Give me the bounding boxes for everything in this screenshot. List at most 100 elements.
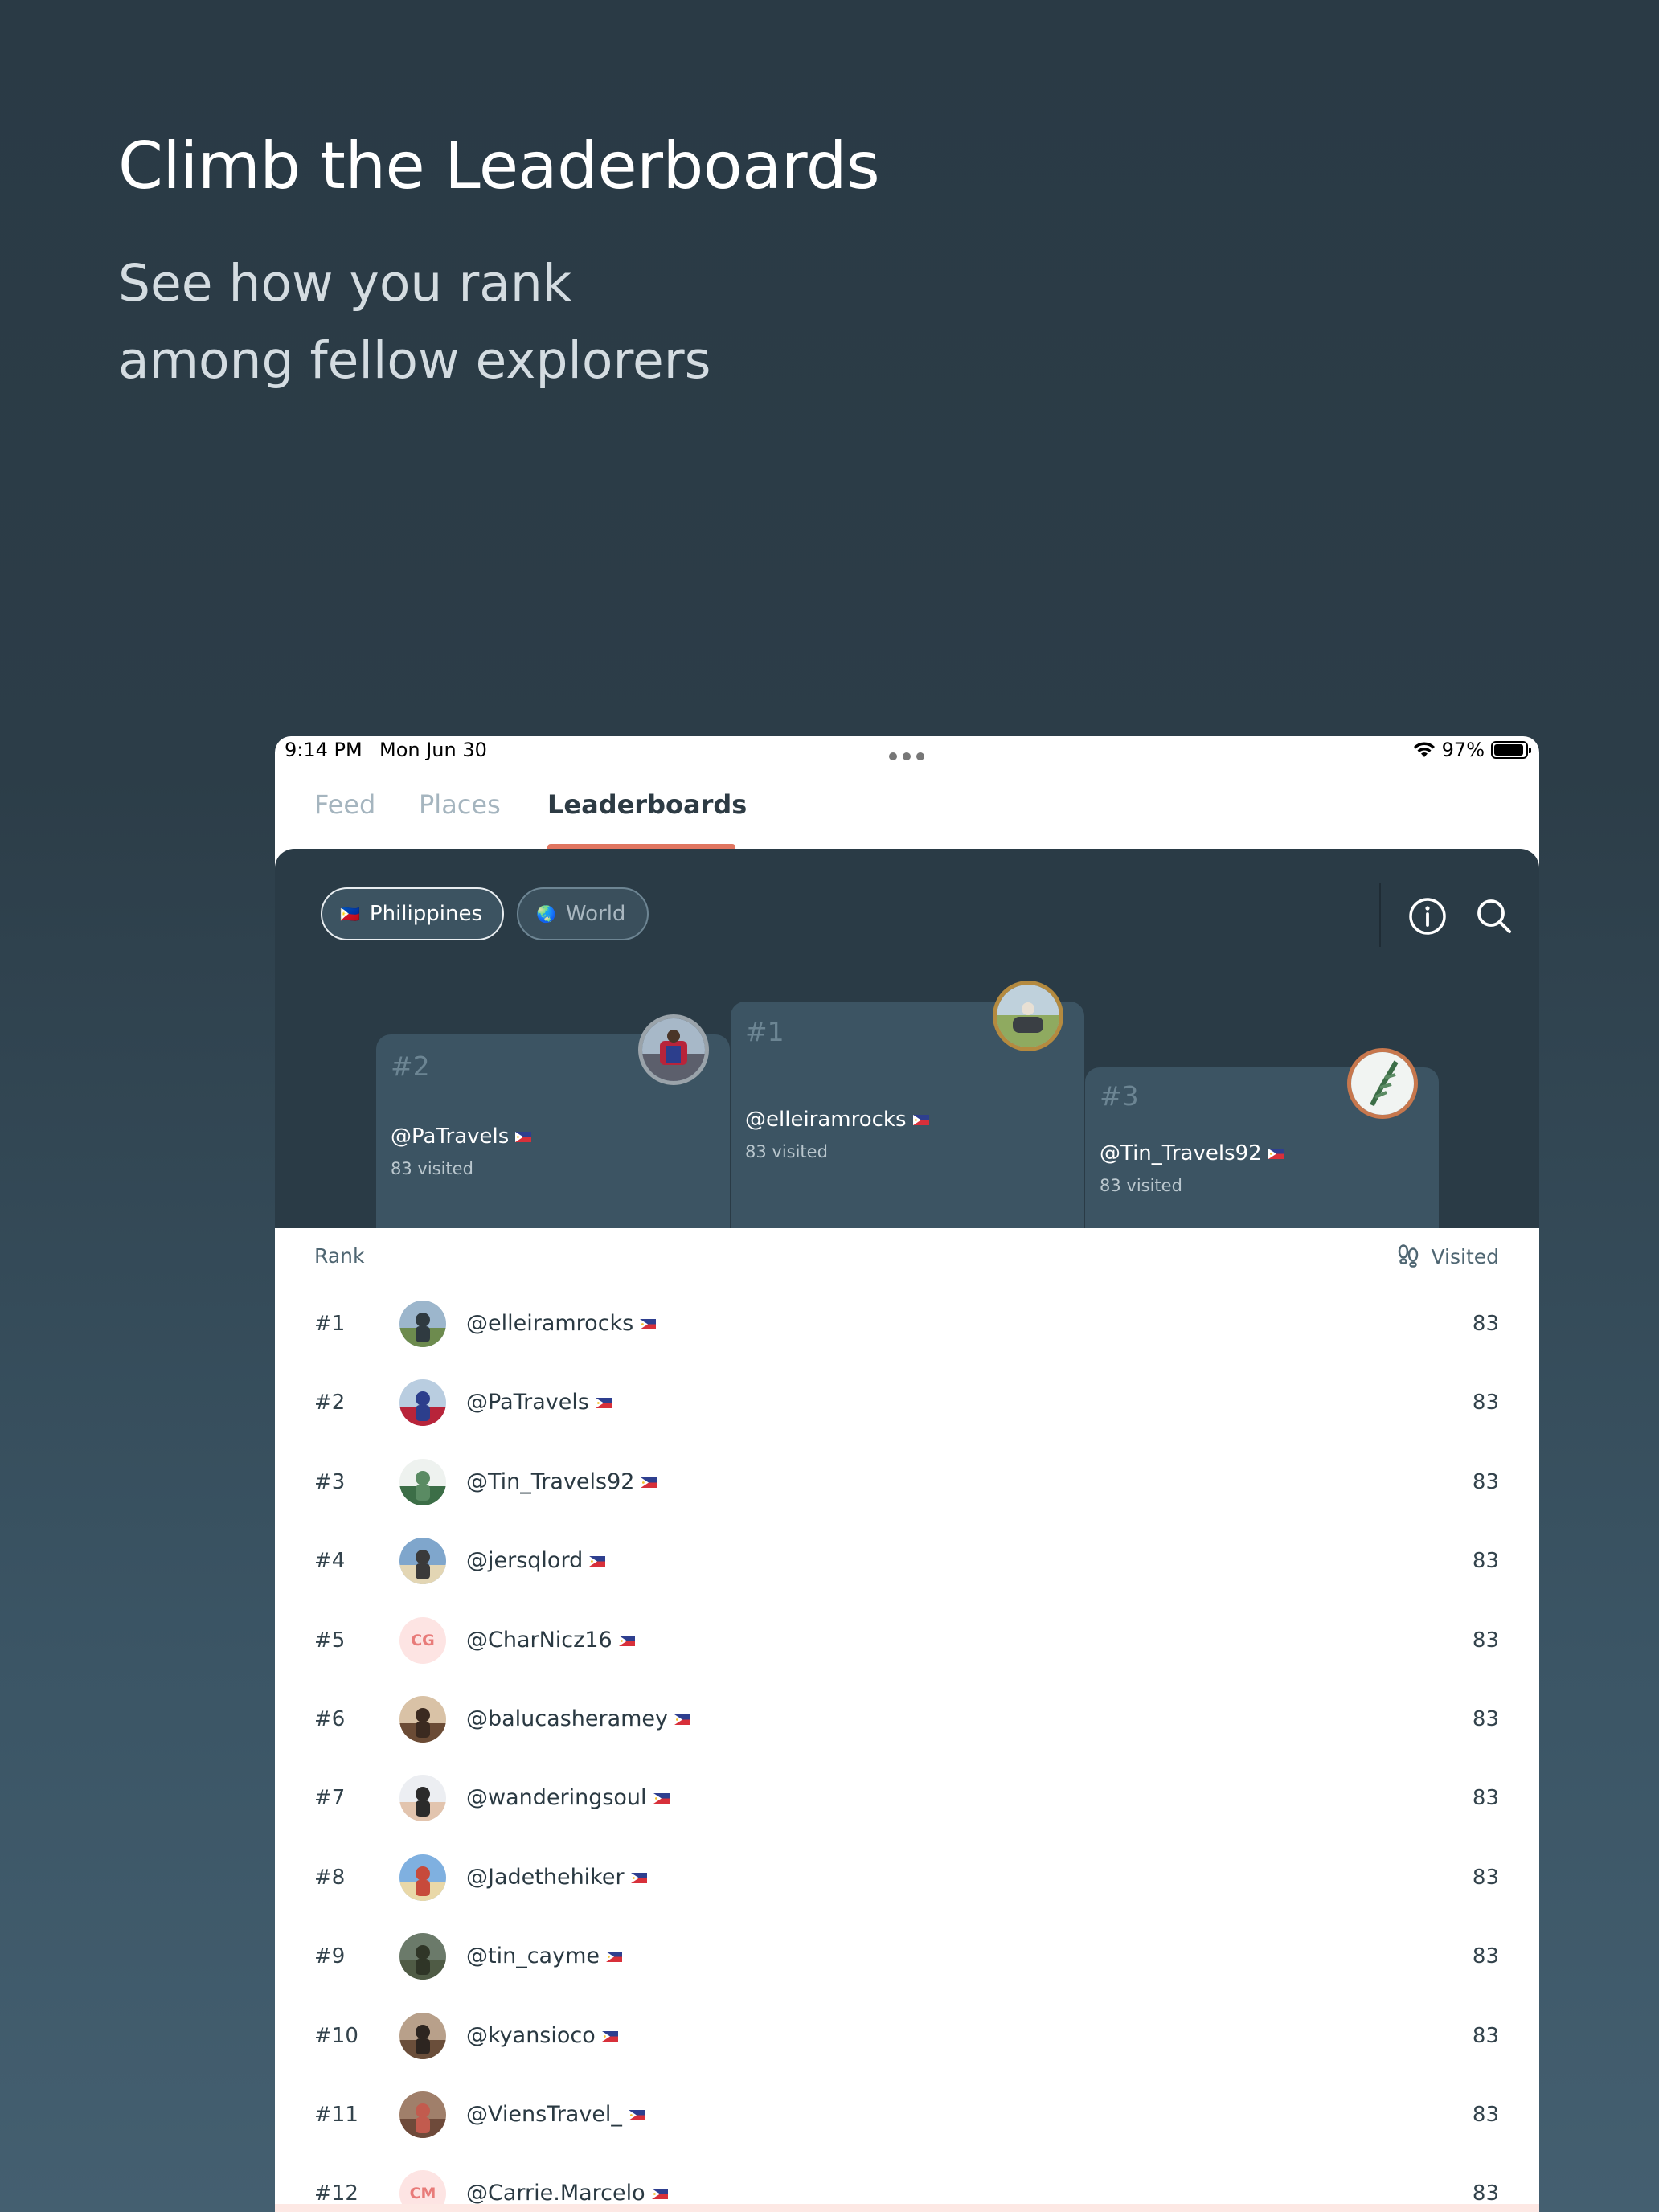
avatar[interactable] xyxy=(399,1538,446,1585)
globe-icon: 🌏 xyxy=(536,904,556,924)
row-username-text: @tin_cayme xyxy=(466,1944,600,1969)
podium-rank: #2 xyxy=(391,1051,430,1082)
row-visited-count: 83 xyxy=(1472,2103,1499,2127)
table-row[interactable]: #2 @PaTravels 83 xyxy=(275,1363,1539,1442)
philippines-flag-icon xyxy=(674,1714,691,1725)
row-visited-count: 83 xyxy=(1472,1786,1499,1811)
list-header: Rank Visited xyxy=(275,1228,1539,1284)
row-visited-count: 83 xyxy=(1472,1391,1499,1415)
avatar[interactable] xyxy=(399,1933,446,1981)
row-username: @kyansioco xyxy=(466,2023,618,2048)
philippines-flag-icon xyxy=(628,2110,645,2120)
table-row[interactable]: #7 @wanderingsoul 83 xyxy=(275,1759,1539,1837)
avatar-initials: CM xyxy=(409,2185,436,2203)
visited-header-label: Visited xyxy=(1431,1244,1499,1268)
row-username: @jersqlord xyxy=(466,1548,606,1573)
philippines-flag-icon xyxy=(641,1477,657,1488)
tab-feed[interactable]: Feed xyxy=(314,789,375,820)
row-username: @Jadethehiker xyxy=(466,1865,647,1890)
top-tabs: Feed Places Leaderboards xyxy=(275,778,1539,850)
row-username: @PaTravels xyxy=(466,1390,612,1415)
philippines-flag-icon xyxy=(912,1115,929,1125)
avatar-initials: CG xyxy=(411,1631,435,1649)
row-rank: #10 xyxy=(314,2023,358,2048)
row-rank: #7 xyxy=(314,1786,346,1811)
table-row[interactable]: #9 @tin_cayme 83 xyxy=(275,1917,1539,1996)
philippines-flag-icon xyxy=(651,2189,668,2200)
row-username: @balucasheramey xyxy=(466,1706,691,1731)
row-username-text: @Tin_Travels92 xyxy=(466,1469,635,1494)
row-username: @ViensTravel_ xyxy=(466,2102,645,2127)
avatar[interactable] xyxy=(399,1696,446,1743)
row-rank: #2 xyxy=(314,1391,346,1415)
table-row[interactable]: #4 @jersqlord 83 xyxy=(275,1522,1539,1600)
battery-icon xyxy=(1491,741,1531,759)
podium-username: @PaTravels xyxy=(391,1124,532,1149)
visited-column-header[interactable]: Visited xyxy=(1397,1244,1499,1268)
status-bar: 9:14 PM Mon Jun 30 97% xyxy=(275,736,1539,778)
table-row[interactable]: #1 @elleiramrocks 83 xyxy=(275,1284,1539,1363)
row-username-text: @ViensTravel_ xyxy=(466,2102,622,2127)
podium-rank: #3 xyxy=(1100,1080,1139,1112)
philippines-flag-icon xyxy=(589,1556,606,1567)
row-rank: #5 xyxy=(314,1628,346,1653)
rank-column-header: Rank xyxy=(314,1244,365,1268)
bottom-highlight-bar xyxy=(275,2204,1539,2212)
table-row[interactable]: #11 @ViensTravel_ 83 xyxy=(275,2075,1539,2154)
podium-username: @Tin_Travels92 xyxy=(1100,1141,1284,1165)
row-username: @Tin_Travels92 xyxy=(466,1469,657,1494)
avatar[interactable] xyxy=(399,1379,446,1427)
row-visited-count: 83 xyxy=(1472,1312,1499,1336)
info-icon[interactable] xyxy=(1407,895,1448,937)
podium-username-text: @Tin_Travels92 xyxy=(1100,1141,1262,1165)
avatar[interactable] xyxy=(1347,1048,1418,1119)
podium-username-text: @elleiramrocks xyxy=(745,1108,907,1132)
row-username: @Carrie.Marcelo xyxy=(466,2181,668,2206)
battery-percent: 97% xyxy=(1441,739,1485,761)
row-username: @wanderingsoul xyxy=(466,1785,670,1810)
row-visited-count: 83 xyxy=(1472,2023,1499,2048)
avatar[interactable] xyxy=(399,2012,446,2059)
avatar[interactable] xyxy=(399,1854,446,1901)
avatar[interactable] xyxy=(399,2091,446,2138)
row-username-text: @wanderingsoul xyxy=(466,1785,647,1811)
table-row[interactable]: #3 @Tin_Travels92 83 xyxy=(275,1443,1539,1522)
podium-visited: 83 visited xyxy=(391,1159,473,1178)
toolbar-divider xyxy=(1379,883,1381,947)
row-rank: #11 xyxy=(314,2103,358,2127)
filter-label: Philippines xyxy=(369,902,482,926)
row-visited-count: 83 xyxy=(1472,1628,1499,1653)
status-time: 9:14 PM xyxy=(285,739,363,761)
row-visited-count: 83 xyxy=(1472,1707,1499,1731)
tab-places[interactable]: Places xyxy=(419,789,501,820)
philippines-flag-icon xyxy=(515,1132,532,1142)
hero-subtitle-line-1: See how you rank xyxy=(118,254,572,313)
podium-visited: 83 visited xyxy=(745,1142,828,1161)
avatar[interactable]: CG xyxy=(399,1616,446,1664)
row-username-text: @PaTravels xyxy=(466,1390,589,1415)
avatar[interactable] xyxy=(399,1301,446,1347)
multitasking-dots-icon[interactable] xyxy=(889,752,924,760)
table-row[interactable]: #6 @balucasheramey 83 xyxy=(275,1680,1539,1759)
table-row[interactable]: #5 CG @CharNicz16 83 xyxy=(275,1601,1539,1680)
tab-leaderboards[interactable]: Leaderboards xyxy=(547,789,747,820)
filter-philippines[interactable]: 🇵🇭 Philippines xyxy=(321,887,504,940)
podium-username-text: @PaTravels xyxy=(391,1124,510,1149)
table-row[interactable]: #10 @kyansioco 83 xyxy=(275,1997,1539,2075)
philippines-flag-icon xyxy=(605,1952,622,1963)
avatar[interactable] xyxy=(638,1014,709,1085)
avatar[interactable] xyxy=(993,981,1063,1051)
hero-subtitle: See how you rank among fellow explorers xyxy=(118,245,1083,399)
row-visited-count: 83 xyxy=(1472,1549,1499,1574)
filter-world[interactable]: 🌏 World xyxy=(517,887,649,940)
row-rank: #9 xyxy=(314,1944,346,1969)
row-rank: #3 xyxy=(314,1469,346,1494)
avatar[interactable] xyxy=(399,1458,446,1505)
row-rank: #8 xyxy=(314,1865,346,1890)
avatar[interactable] xyxy=(399,1775,446,1822)
status-indicators: 97% xyxy=(1413,739,1531,761)
row-rank: #6 xyxy=(314,1707,346,1731)
table-row[interactable]: #8 @Jadethehiker 83 xyxy=(275,1838,1539,1917)
search-icon[interactable] xyxy=(1473,895,1515,937)
filter-label: World xyxy=(565,902,626,926)
